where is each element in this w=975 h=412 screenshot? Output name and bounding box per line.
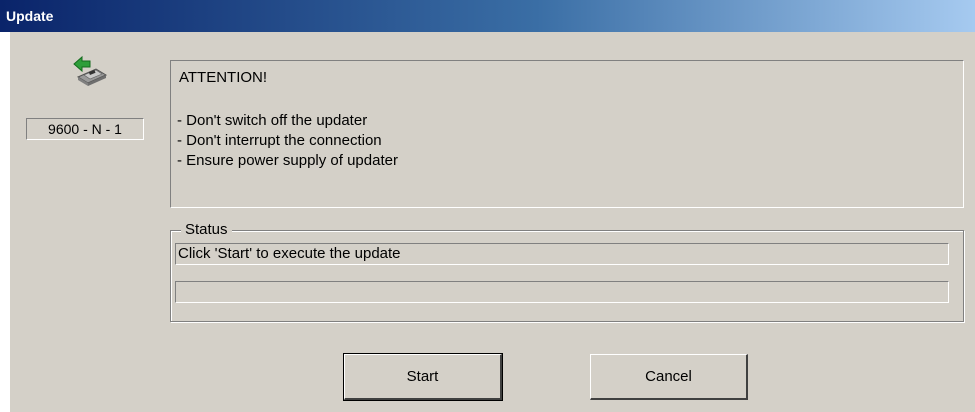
- attention-item: - Don't switch off the updater: [177, 112, 368, 129]
- attention-list: - Don't switch off the updater - Don't i…: [177, 111, 398, 171]
- cancel-button[interactable]: Cancel: [590, 354, 748, 400]
- window-title: Update: [6, 8, 54, 24]
- attention-item: - Don't interrupt the connection: [177, 132, 382, 149]
- device-update-icon: [70, 55, 110, 87]
- progress-bar: [175, 281, 949, 303]
- attention-item: - Ensure power supply of updater: [177, 152, 398, 169]
- status-legend: Status: [181, 221, 232, 238]
- attention-heading: ATTENTION!: [179, 69, 268, 86]
- status-message: Click 'Start' to execute the update: [175, 243, 949, 265]
- left-edge: [0, 32, 10, 412]
- update-dialog: Update 9600 - N - 1 ATTENTION! - Don't s…: [0, 0, 975, 412]
- status-group: Status Click 'Start' to execute the upda…: [170, 221, 964, 322]
- start-button[interactable]: Start: [343, 353, 503, 401]
- title-bar[interactable]: Update: [0, 0, 975, 32]
- port-settings-label: 9600 - N - 1: [26, 118, 144, 140]
- attention-panel: ATTENTION! - Don't switch off the update…: [170, 60, 964, 208]
